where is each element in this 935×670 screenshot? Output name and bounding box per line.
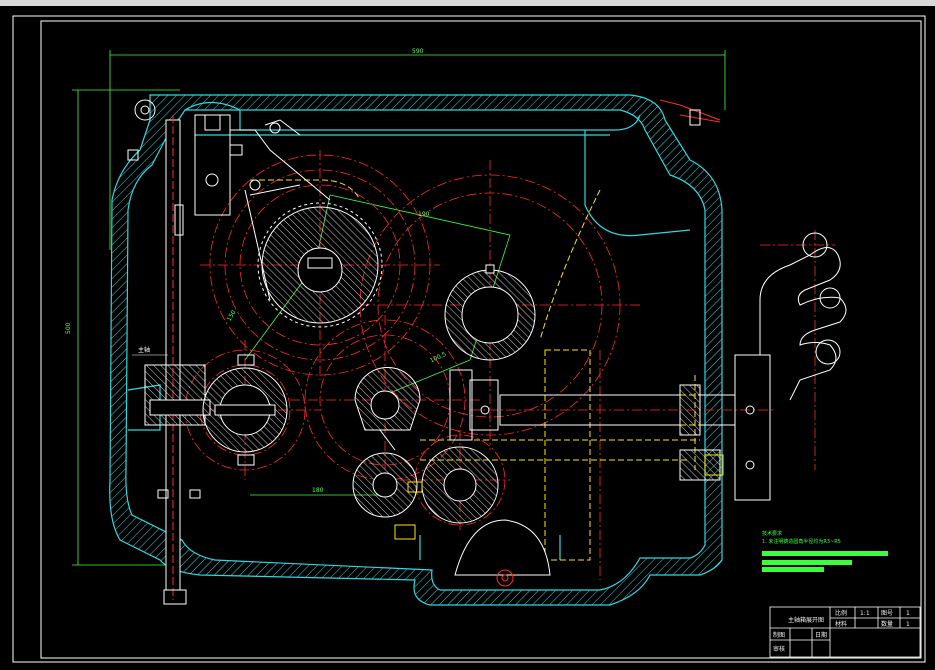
notes-title: 技术要求: [762, 530, 782, 537]
title-block-count-label: 数量: [881, 620, 893, 628]
ring-gear: [444, 264, 536, 361]
bottom-sector-gear: [454, 519, 551, 587]
left-middle-gear: [202, 354, 288, 466]
dim-overall-width: 590: [412, 48, 424, 55]
gearbox-housing: [109, 94, 723, 606]
title-block-sheet-label: 图号: [881, 610, 893, 617]
dim-bottom-span: 180: [312, 487, 324, 494]
dim-center-left: 150: [226, 309, 238, 323]
title-block-sheet-value: 1: [906, 610, 910, 617]
title-block-checker-label: 审核: [773, 645, 785, 653]
title-block-name: 主轴箱展开图: [788, 616, 824, 624]
lower-gears: [352, 446, 499, 540]
center-small-gear: [354, 367, 421, 451]
title-block-designer-label: 制图: [773, 631, 785, 639]
technical-notes: 技术要求 1. 未注明铸造圆角半径均为R3~R5: [762, 530, 888, 572]
title-block-qty-label: 比例: [835, 609, 847, 617]
title-block-scale: 1:1: [860, 610, 870, 617]
notes-line-1: 1. 未注明铸造圆角半径均为R3~R5: [762, 538, 841, 545]
title-block-material-label: 材料: [835, 620, 847, 628]
title-block-count-value: 1: [906, 621, 910, 628]
cad-drawing-canvas: 590 500 190 150 100.5 180 主轴 技术要求 1. 未注明…: [12, 15, 926, 663]
dim-overall-height: 500: [65, 322, 72, 334]
spindle-label: 主轴: [138, 346, 150, 354]
title-block-date-label: 日期: [815, 631, 827, 639]
upper-gear-assembly: [257, 202, 383, 328]
